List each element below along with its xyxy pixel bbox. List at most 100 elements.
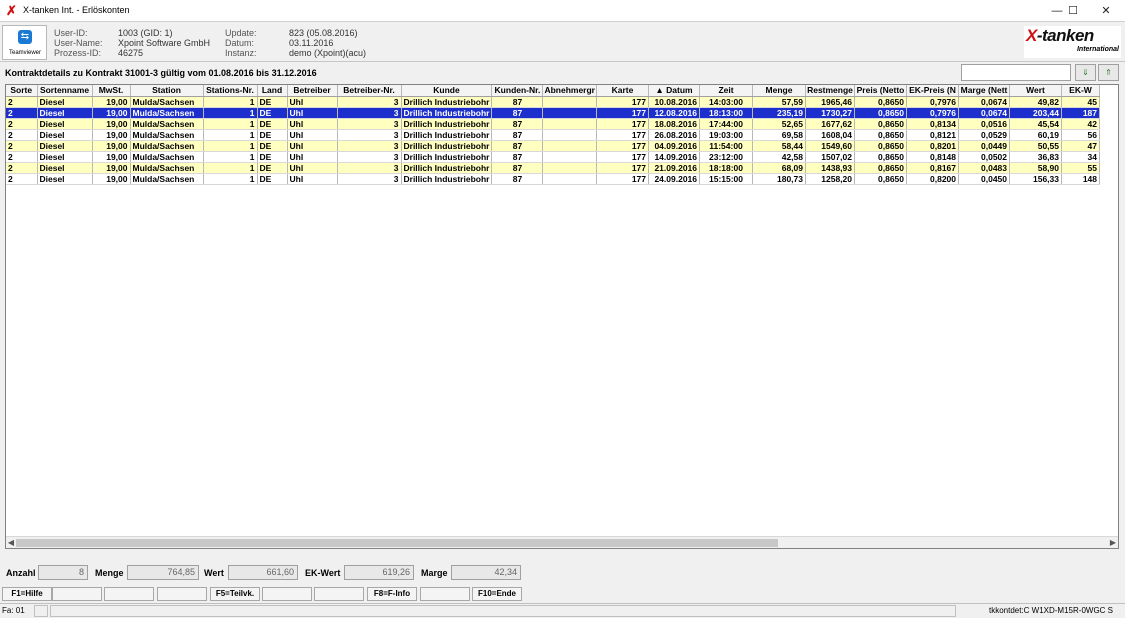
table-row[interactable]: 2 Diesel 19,00 Mulda/Sachsen 1 DE Uhl 3 Drillich…: [6, 151, 1100, 163]
table-row[interactable]: 2 Diesel 19,00 Mulda/Sachsen 1 DE Uhl 3 Drillich…: [6, 96, 1100, 108]
column-header[interactable]: EK-W: [1061, 85, 1100, 97]
function-key-9[interactable]: [420, 587, 470, 601]
function-key-1[interactable]: F1=Hilfe: [2, 587, 52, 601]
datum-label: Datum:: [225, 38, 255, 48]
table-row[interactable]: 2 Diesel 19,00 Mulda/Sachsen 1 DE Uhl 3 Drillich…: [6, 129, 1100, 141]
datum-value: 03.11.2016: [289, 38, 334, 48]
table-cell: DE: [257, 173, 288, 185]
function-key-10[interactable]: F10=Ende: [472, 587, 522, 601]
column-header[interactable]: Marge (Nett: [958, 85, 1010, 97]
column-header[interactable]: Zeit: [699, 85, 753, 97]
table-cell: [542, 96, 597, 108]
horizontal-scrollbar[interactable]: ◀ ▶: [6, 536, 1118, 548]
column-header[interactable]: Sortenname: [37, 85, 93, 97]
function-key-7[interactable]: [314, 587, 364, 601]
function-key-2[interactable]: [52, 587, 102, 601]
table-cell: 0,0450: [958, 173, 1010, 185]
column-header[interactable]: Station: [130, 85, 204, 97]
table-cell: 69,58: [752, 129, 806, 141]
table-cell: 15:15:00: [699, 173, 753, 185]
wert-label: Wert: [204, 568, 224, 578]
ek-wert-value: 619,26: [344, 565, 414, 580]
table-cell: 47: [1061, 140, 1100, 152]
table-cell: 3: [337, 151, 402, 163]
scroll-left-icon[interactable]: ◀: [6, 537, 16, 549]
table-cell: 0,8650: [854, 173, 907, 185]
column-header[interactable]: Land: [257, 85, 288, 97]
column-header[interactable]: Sorte: [6, 85, 38, 97]
column-header[interactable]: Restmenge: [805, 85, 855, 97]
column-header[interactable]: EK-Preis (N: [906, 85, 959, 97]
search-down-button[interactable]: ⇓: [1075, 64, 1096, 81]
table-cell: Uhl: [287, 118, 338, 130]
function-key-6[interactable]: [262, 587, 312, 601]
column-header[interactable]: Betreiber: [287, 85, 338, 97]
table-cell: 0,0483: [958, 162, 1010, 174]
search-up-button[interactable]: ⇑: [1098, 64, 1119, 81]
status-bar: Fa: 01 tkkontdet:C W1XD-M15R-0WGC S: [0, 603, 1125, 618]
table-cell: 19,00: [92, 151, 131, 163]
table-cell: 1: [203, 118, 258, 130]
table-cell: 21.09.2016: [648, 162, 700, 174]
table-cell: 18:18:00: [699, 162, 753, 174]
table-row[interactable]: 2 Diesel 19,00 Mulda/Sachsen 1 DE Uhl 3 Drillich…: [6, 118, 1100, 130]
column-header[interactable]: Preis (Netto: [854, 85, 907, 97]
function-key-5[interactable]: F5=Teilvk.: [210, 587, 260, 601]
table-cell: Uhl: [287, 162, 338, 174]
table-cell: Mulda/Sachsen: [130, 129, 204, 141]
table-cell: 0,8650: [854, 118, 907, 130]
column-header[interactable]: Wert: [1009, 85, 1062, 97]
table-cell: 87: [491, 118, 544, 130]
column-header[interactable]: Abnehmergr: [542, 85, 597, 97]
table-cell: 42,58: [752, 151, 806, 163]
table-cell: 2: [6, 140, 38, 152]
table-cell: 52,65: [752, 118, 806, 130]
table-cell: 1608,04: [805, 129, 855, 141]
instanz-value: demo (Xpoint)(acu): [289, 48, 367, 58]
status-program: tkkontdet:C W1XD-M15R-0WGC S: [988, 606, 1113, 615]
data-grid[interactable]: Sorte Sortenname MwSt. Station Stations-Nr. L…: [5, 84, 1119, 549]
table-cell: 3: [337, 140, 402, 152]
table-cell: 19,00: [92, 107, 131, 119]
function-key-8[interactable]: F8=F-Info: [367, 587, 417, 601]
x-tanken-logo: X-tanken International: [1024, 26, 1121, 58]
table-cell: Drillich Industriebohr: [401, 140, 493, 152]
column-header[interactable]: Kunden-Nr.: [491, 85, 544, 97]
table-cell: 50,55: [1009, 140, 1062, 152]
search-input[interactable]: [961, 64, 1071, 81]
column-header[interactable]: Karte: [596, 85, 649, 97]
function-key-4[interactable]: [157, 587, 207, 601]
table-cell: DE: [257, 151, 288, 163]
close-button[interactable]: ✕: [1089, 0, 1123, 22]
erloes-table: Sorte Sortenname MwSt. Station Stations-Nr. L…: [6, 85, 1100, 185]
column-header[interactable]: Betreiber-Nr.: [337, 85, 402, 97]
table-cell: 68,09: [752, 162, 806, 174]
table-cell: 55: [1061, 162, 1100, 174]
table-row[interactable]: 2 Diesel 19,00 Mulda/Sachsen 1 DE Uhl 3 Drillich…: [6, 107, 1100, 119]
marge-value: 42,34: [451, 565, 521, 580]
table-row[interactable]: 2 Diesel 19,00 Mulda/Sachsen 1 DE Uhl 3 Drillich…: [6, 173, 1100, 185]
function-key-3[interactable]: [104, 587, 154, 601]
scroll-thumb[interactable]: [16, 539, 778, 547]
teamviewer-button[interactable]: ⇆ Teamviewer: [2, 25, 47, 60]
column-header[interactable]: Menge: [752, 85, 806, 97]
table-cell: Uhl: [287, 151, 338, 163]
user-id-label: User-ID:: [54, 28, 88, 38]
column-header[interactable]: MwSt.: [92, 85, 131, 97]
column-header[interactable]: ▲ Datum: [648, 85, 700, 97]
scroll-right-icon[interactable]: ▶: [1108, 537, 1118, 549]
table-row[interactable]: 2 Diesel 19,00 Mulda/Sachsen 1 DE Uhl 3 Drillich…: [6, 140, 1100, 152]
maximize-button[interactable]: ☐: [1056, 0, 1090, 22]
column-header[interactable]: Stations-Nr.: [203, 85, 258, 97]
table-cell: 87: [491, 173, 544, 185]
table-row[interactable]: 2 Diesel 19,00 Mulda/Sachsen 1 DE Uhl 3 Drillich…: [6, 162, 1100, 174]
teamviewer-icon: ⇆: [18, 30, 32, 44]
table-cell: Diesel: [37, 129, 93, 141]
table-cell: 3: [337, 129, 402, 141]
table-cell: Mulda/Sachsen: [130, 173, 204, 185]
table-cell: 1438,93: [805, 162, 855, 174]
table-cell: Uhl: [287, 140, 338, 152]
table-cell: 2: [6, 173, 38, 185]
column-header[interactable]: Kunde: [401, 85, 493, 97]
table-cell: 1: [203, 140, 258, 152]
